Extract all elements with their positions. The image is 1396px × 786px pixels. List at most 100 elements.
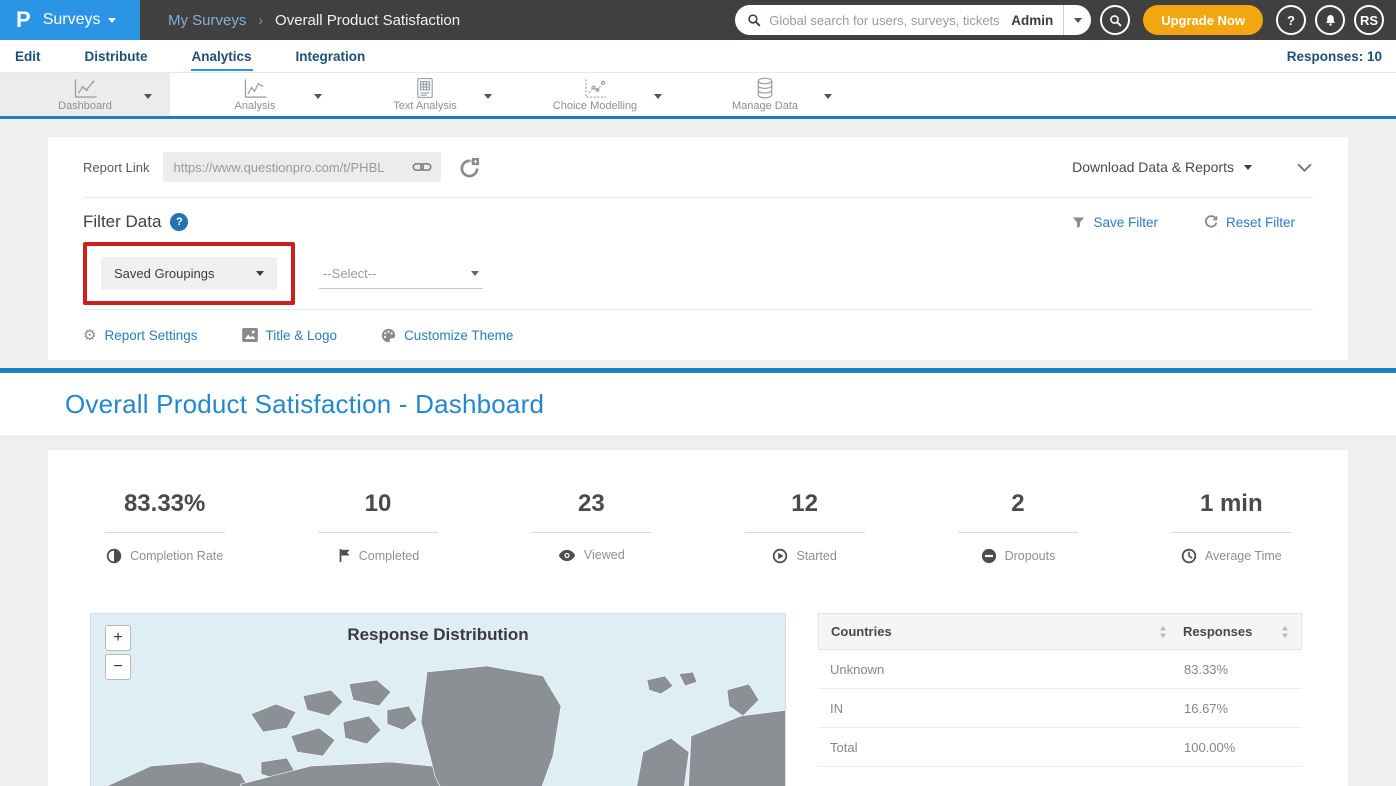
notifications-button[interactable] xyxy=(1315,5,1345,35)
stat-value: 2 xyxy=(911,490,1124,518)
responses-cell: 100.00% xyxy=(1184,740,1290,755)
survey-nav: Edit Distribute Analytics Integration Re… xyxy=(0,40,1396,73)
avatar[interactable]: RS xyxy=(1354,5,1384,35)
breadcrumb-current: Overall Product Satisfaction xyxy=(275,12,460,29)
database-icon xyxy=(756,77,774,99)
filter-value-placeholder: --Select-- xyxy=(323,266,376,281)
search-icon xyxy=(1109,14,1122,27)
product-switcher-label: Surveys xyxy=(43,11,101,29)
report-link-field[interactable] xyxy=(163,152,441,182)
responses-cell: 83.33% xyxy=(1184,662,1290,677)
stat-value: 23 xyxy=(485,490,698,518)
toolbar-manage-data[interactable]: Manage Data xyxy=(680,73,850,116)
report-settings-card: Report Link Download Data & Reports xyxy=(48,137,1348,360)
divider xyxy=(1171,532,1291,533)
save-filter-button[interactable]: Save Filter xyxy=(1072,215,1158,230)
collapse-panel-button[interactable] xyxy=(1296,162,1313,173)
table-row: Total 100.00% xyxy=(818,728,1302,767)
stat-dropouts: 2 Dropouts xyxy=(911,490,1124,569)
tab-edit[interactable]: Edit xyxy=(14,42,42,71)
brand-block[interactable]: P Surveys xyxy=(0,0,140,40)
divider xyxy=(958,532,1078,533)
global-search[interactable]: Admin xyxy=(735,5,1091,35)
responses-count: Responses: 10 xyxy=(1287,49,1382,64)
minus-circle-icon xyxy=(981,548,997,564)
report-link-input[interactable] xyxy=(173,160,408,175)
toolbar-choice-modelling[interactable]: Choice Modelling xyxy=(510,73,680,116)
country-cell: Unknown xyxy=(830,662,1184,677)
search-scope-dropdown[interactable] xyxy=(1063,5,1091,35)
filter-value-select[interactable]: --Select-- xyxy=(319,259,483,289)
responses-column-header[interactable]: Responses xyxy=(1183,624,1252,639)
saved-groupings-dropdown[interactable]: Saved Groupings xyxy=(101,257,277,290)
chevron-down-icon[interactable] xyxy=(484,94,492,99)
stat-label: Completion Rate xyxy=(130,549,223,563)
toolbar-item-label: Choice Modelling xyxy=(553,100,637,112)
divider xyxy=(745,532,865,533)
topbar-actions: Admin Upgrade Now ? RS xyxy=(735,5,1396,35)
upgrade-now-button[interactable]: Upgrade Now xyxy=(1143,5,1263,35)
product-switcher[interactable]: Surveys xyxy=(43,11,117,29)
help-button[interactable]: ? xyxy=(1276,5,1306,35)
report-footer-links: ⚙ Report Settings Title & Logo Customize… xyxy=(83,310,1313,360)
reset-filter-button[interactable]: Reset Filter xyxy=(1204,215,1295,230)
table-row: IN 16.67% xyxy=(818,689,1302,728)
tab-analytics[interactable]: Analytics xyxy=(191,42,253,71)
search-icon xyxy=(747,13,761,27)
search-input[interactable] xyxy=(769,13,1001,28)
toolbar-text-analysis[interactable]: Text Analysis xyxy=(340,73,510,116)
sort-icon[interactable] xyxy=(1281,626,1289,638)
stat-label: Started xyxy=(796,549,836,563)
customize-theme-label: Customize Theme xyxy=(404,328,513,343)
download-menu-label: Download Data & Reports xyxy=(1072,159,1234,175)
countries-table: Countries Responses Unknown 83.33% IN xyxy=(818,613,1302,786)
countries-column-header[interactable]: Countries xyxy=(831,624,892,639)
report-link-label: Report Link xyxy=(83,160,149,175)
country-cell: Total xyxy=(830,740,1184,755)
half-circle-icon xyxy=(106,548,122,564)
download-data-reports-menu[interactable]: Download Data & Reports xyxy=(1072,159,1252,175)
stat-value: 10 xyxy=(271,490,484,518)
stat-average-time: 1 min Average Time xyxy=(1125,490,1338,569)
link-icon[interactable] xyxy=(412,160,432,174)
clock-icon xyxy=(1181,548,1197,564)
image-icon xyxy=(242,328,258,342)
chevron-down-icon[interactable] xyxy=(314,94,322,99)
panels-row: Response Distribution + − xyxy=(48,613,1348,786)
line-chart-icon xyxy=(243,78,268,99)
divider xyxy=(531,532,651,533)
tab-integration[interactable]: Integration xyxy=(295,42,367,71)
toolbar-item-label: Analysis xyxy=(235,100,276,112)
chevron-down-icon xyxy=(1296,162,1313,173)
breadcrumb-parent[interactable]: My Surveys xyxy=(168,12,246,29)
filter-help-icon[interactable]: ? xyxy=(170,213,188,231)
response-distribution-map[interactable]: Response Distribution + − xyxy=(90,613,786,786)
chevron-down-icon[interactable] xyxy=(654,94,662,99)
saved-groupings-label: Saved Groupings xyxy=(114,266,214,281)
refresh-icon xyxy=(1204,215,1218,229)
title-logo-button[interactable]: Title & Logo xyxy=(242,328,338,343)
customize-theme-button[interactable]: Customize Theme xyxy=(381,328,513,343)
toolbar-analysis[interactable]: Analysis xyxy=(170,73,340,116)
map-title: Response Distribution xyxy=(91,625,785,645)
stat-value: 12 xyxy=(698,490,911,518)
zoom-in-button[interactable]: + xyxy=(105,625,131,651)
world-map xyxy=(91,666,786,786)
eye-icon xyxy=(558,549,576,562)
chevron-down-icon[interactable] xyxy=(144,94,152,99)
search-button[interactable] xyxy=(1100,5,1130,35)
report-settings-button[interactable]: ⚙ Report Settings xyxy=(83,326,198,344)
gear-icon: ⚙ xyxy=(83,326,96,344)
flag-icon xyxy=(337,548,351,563)
chevron-down-icon[interactable] xyxy=(824,94,832,99)
title-band: Overall Product Satisfaction - Dashboard xyxy=(0,373,1396,435)
sort-icon[interactable] xyxy=(1159,626,1167,638)
chevron-down-icon xyxy=(1244,165,1252,170)
bell-icon xyxy=(1324,14,1337,27)
toolbar-dashboard[interactable]: Dashboard xyxy=(0,73,170,116)
line-chart-icon xyxy=(73,78,98,99)
topbar: P Surveys My Surveys › Overall Product S… xyxy=(0,0,1396,40)
tab-distribute[interactable]: Distribute xyxy=(84,42,149,71)
toolbar-item-label: Text Analysis xyxy=(393,100,457,112)
live-report-button[interactable] xyxy=(459,157,480,178)
